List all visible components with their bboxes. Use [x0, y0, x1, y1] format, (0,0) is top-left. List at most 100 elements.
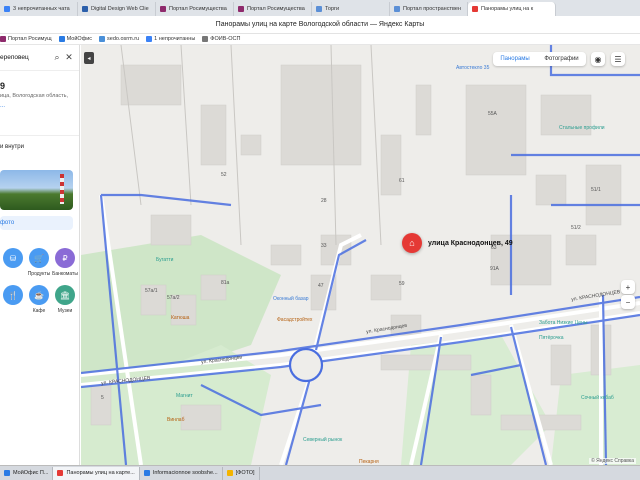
street-photo[interactable]: [0, 170, 73, 210]
taskbar-app-icon: [226, 470, 233, 476]
building: [180, 404, 222, 431]
taskbar-item[interactable]: [ФОТО]: [223, 466, 260, 480]
tab-favicon-icon: [316, 6, 322, 12]
bookmark-item[interactable]: Портал Росимущ: [0, 36, 52, 42]
tab-label: Портал пространствен: [403, 6, 461, 12]
poi-label[interactable]: Пятёрочка: [539, 335, 564, 341]
building: [280, 64, 362, 166]
address-subtitle: ица, Вологодская область,: [0, 93, 69, 99]
bookmark-icon: [202, 36, 209, 42]
poi-label[interactable]: Катюша: [171, 315, 189, 321]
look-inside-label[interactable]: и внутри: [0, 144, 79, 150]
map-copyright[interactable]: © Яндекс Справка: [589, 458, 636, 464]
bookmark-label: ФОИВ-ОСП: [210, 36, 241, 42]
search-input[interactable]: ереповец: [0, 54, 51, 61]
more-link[interactable]: ...: [0, 103, 79, 109]
browser-tab-bar: 3 непрочитанных чата Digital Design Web C…: [0, 0, 640, 16]
tab-favicon-icon: [394, 6, 400, 12]
browser-tab[interactable]: Портал пространствен: [390, 2, 468, 16]
divider: [0, 135, 79, 136]
poi-label[interactable]: Северный рынок: [303, 437, 342, 443]
location-pin-icon[interactable]: ⌂: [402, 233, 422, 253]
coffee-icon: ☕: [29, 285, 49, 305]
category-item[interactable]: 🏛 Музеи: [52, 285, 78, 314]
tab-label: Торги: [325, 6, 340, 12]
poi-label[interactable]: Оконный базар: [273, 296, 309, 302]
poi-label[interactable]: Автостекло 35: [456, 65, 489, 71]
bookmark-item[interactable]: 1 непрочитанны: [146, 36, 195, 42]
browser-tab[interactable]: 3 непрочитанных чата: [0, 2, 78, 16]
category-item[interactable]: 🍴: [0, 285, 26, 314]
building-number: 5: [101, 395, 104, 401]
bookmark-item[interactable]: sedo.osrm.ru: [99, 36, 139, 42]
bookmarks-bar: Портал Росимущ МойОфис sedo.osrm.ru 1 непро…: [0, 34, 640, 45]
bookmark-item[interactable]: МойОфис: [58, 36, 93, 42]
building: [120, 64, 182, 106]
taskbar-label: Панорамы улиц на карте...: [66, 470, 135, 476]
zoom-in-button[interactable]: +: [621, 280, 635, 294]
poi-label[interactable]: Магнит: [176, 393, 193, 399]
panorama-mode-icon[interactable]: ◉: [591, 52, 605, 66]
category-item[interactable]: ₽ Банкоматы: [52, 248, 78, 277]
building: [240, 134, 262, 156]
rail-line: [230, 45, 242, 246]
tab-favicon-icon: [160, 6, 166, 12]
building-number: 91A: [490, 266, 499, 272]
taskbar-label: МойОфис П...: [13, 470, 49, 476]
building: [270, 244, 302, 266]
building-number: 59: [399, 281, 405, 287]
category-item[interactable]: 🛒 Продукты: [26, 248, 52, 277]
browser-tab[interactable]: Портал Росимущества: [156, 2, 234, 16]
browser-tab[interactable]: Торги: [312, 2, 390, 16]
zoom-out-button[interactable]: −: [621, 295, 635, 309]
map-canvas[interactable]: Панорамы Фотографии ◉ ☰ + − Автостекло 3…: [81, 45, 640, 465]
tab-label: Портал Росимущества: [247, 6, 305, 12]
tab-favicon-icon: [472, 6, 478, 12]
poi-label[interactable]: Стальные профили: [559, 125, 605, 131]
taskbar-label: [ФОТО]: [235, 470, 255, 476]
poi-label[interactable]: Винлаб: [167, 417, 184, 423]
building: [200, 274, 227, 301]
search-row: ереповец ⌕ ✕: [0, 45, 79, 71]
add-photo-button[interactable]: фото: [0, 216, 73, 230]
taskbar-item[interactable]: Панорамы улиц на карте...: [53, 466, 140, 480]
tab-photos[interactable]: Фотографии: [544, 56, 578, 62]
browser-tab[interactable]: Панорамы улиц на к: [468, 2, 556, 16]
bookmark-label: МойОфис: [66, 36, 93, 42]
browser-tab[interactable]: Digital Design Web Clie: [78, 2, 156, 16]
category-item[interactable]: ⛁: [0, 248, 26, 277]
search-icon[interactable]: ⌕: [51, 52, 63, 63]
bookmark-item[interactable]: ФОИВ-ОСП: [202, 36, 240, 42]
bookmark-label: 1 непрочитанны: [154, 36, 196, 42]
building: [200, 104, 227, 166]
taskbar-item[interactable]: Informacionnoe soobshe...: [140, 466, 223, 480]
poi-label[interactable]: Сочный кебаб: [581, 395, 614, 401]
category-label: Кафе: [32, 308, 46, 314]
roundabout: [288, 347, 324, 383]
building-number: 81а: [221, 280, 230, 286]
sidebar-panel: ереповец ⌕ ✕ 9 ица, Вологодская область,…: [0, 45, 80, 465]
taskbar-item[interactable]: МойОфис П...: [0, 466, 54, 480]
category-item[interactable]: ☕ Кафе: [26, 285, 52, 314]
tab-label: Портал Росимущества: [169, 6, 227, 12]
panorama-route: [101, 193, 232, 207]
close-icon[interactable]: ✕: [63, 52, 75, 63]
poi-label[interactable]: Забота Низкие Цены: [539, 320, 587, 326]
bookmark-label: sedo.osrm.ru: [107, 36, 140, 42]
collapse-sidebar-button[interactable]: ◂: [84, 52, 94, 64]
bookmark-icon: [58, 36, 65, 42]
museum-icon: 🏛: [55, 285, 75, 305]
layers-icon[interactable]: ☰: [611, 52, 625, 66]
building-number: 57а/1: [145, 288, 158, 294]
poi-label[interactable]: Бугатти: [156, 257, 173, 263]
tab-panoramas[interactable]: Панорамы: [500, 56, 529, 62]
poi-label[interactable]: Фасадстройтех: [277, 317, 312, 323]
tab-favicon-icon: [4, 6, 10, 12]
pin-address-label: улица Краснодонцев, 49: [428, 240, 513, 247]
building: [585, 164, 622, 226]
currency-icon: ₽: [55, 248, 75, 268]
category-grid: ⛁ 🛒 Продукты ₽ Банкоматы 🍴 ☕ Кафе 🏛 Музеи: [0, 248, 79, 314]
tab-label: Digital Design Web Clie: [91, 6, 149, 12]
building-number: 61: [399, 178, 405, 184]
browser-tab[interactable]: Портал Росимущества: [234, 2, 312, 16]
